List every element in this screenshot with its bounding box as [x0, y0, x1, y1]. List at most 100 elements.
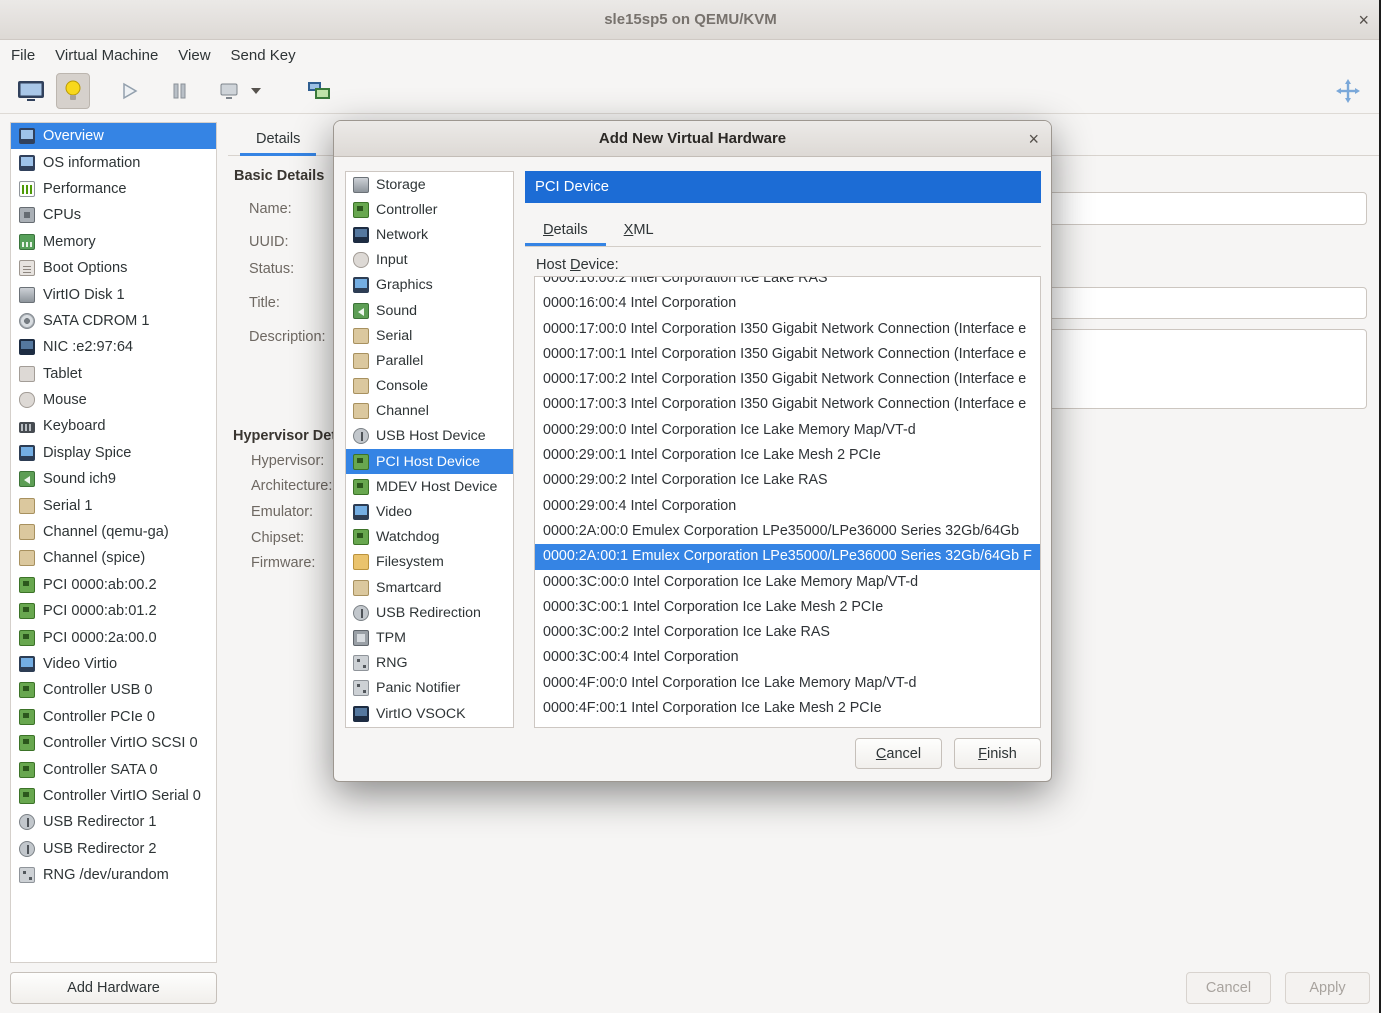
sidebar-item[interactable]: PCI 0000:ab:01.2: [11, 598, 216, 624]
menu-item[interactable]: Virtual Machine: [45, 41, 168, 69]
sidebar-item[interactable]: Serial 1: [11, 492, 216, 518]
sidebar-item[interactable]: OS information: [11, 149, 216, 175]
hardware-details-toggle-button[interactable]: [56, 73, 90, 109]
pause-button[interactable]: [162, 73, 196, 109]
sidebar-item[interactable]: VirtIO Disk 1: [11, 281, 216, 307]
add-hardware-label: Add Hardware: [67, 980, 160, 996]
host-device-item[interactable]: 0000:17:00:3 Intel Corporation I350 Giga…: [535, 392, 1040, 417]
hardware-type-item[interactable]: Filesystem: [346, 550, 513, 575]
host-device-item[interactable]: 0000:3C:00:4 Intel Corporation: [535, 645, 1040, 670]
sidebar-item[interactable]: Controller USB 0: [11, 677, 216, 703]
hardware-type-item[interactable]: Sound: [346, 298, 513, 323]
sidebar-item[interactable]: Video Virtio: [11, 651, 216, 677]
cancel-button[interactable]: Cancel: [1186, 972, 1271, 1004]
host-device-item[interactable]: 0000:2A:00:1 Emulex Corporation LPe35000…: [535, 544, 1040, 569]
host-device-item[interactable]: 0000:29:00:0 Intel Corporation Ice Lake …: [535, 418, 1040, 443]
sidebar-item[interactable]: PCI 0000:2a:00.0: [11, 624, 216, 650]
fullscreen-button[interactable]: [1331, 73, 1365, 109]
host-device-item[interactable]: 0000:3C:00:1 Intel Corporation Ice Lake …: [535, 595, 1040, 620]
tab-details[interactable]: Details: [240, 122, 316, 156]
sidebar-item[interactable]: USB Redirector 2: [11, 836, 216, 862]
hardware-type-item[interactable]: Network: [346, 222, 513, 247]
memory-icon: [19, 234, 35, 250]
hardware-type-item[interactable]: Controller: [346, 197, 513, 222]
sidebar-item[interactable]: Controller VirtIO Serial 0: [11, 783, 216, 809]
hardware-type-item[interactable]: Video: [346, 499, 513, 524]
hardware-type-item[interactable]: USB Redirection: [346, 600, 513, 625]
sidebar-item[interactable]: SATA CDROM 1: [11, 308, 216, 334]
host-device-item[interactable]: 0000:29:00:1 Intel Corporation Ice Lake …: [535, 443, 1040, 468]
sidebar-item[interactable]: Controller VirtIO SCSI 0: [11, 730, 216, 756]
host-device-item[interactable]: 0000:17:00:2 Intel Corporation I350 Giga…: [535, 367, 1040, 392]
dialog-finish-button[interactable]: Finish: [954, 738, 1041, 769]
hardware-type-item[interactable]: MDEV Host Device: [346, 474, 513, 499]
sidebar-item[interactable]: PCI 0000:ab:00.2: [11, 572, 216, 598]
sidebar-item[interactable]: Channel (spice): [11, 545, 216, 571]
sidebar-item[interactable]: Memory: [11, 229, 216, 255]
dialog-cancel-button[interactable]: Cancel: [855, 738, 942, 769]
sidebar-item[interactable]: Channel (qemu-ga): [11, 519, 216, 545]
sidebar-item[interactable]: USB Redirector 1: [11, 809, 216, 835]
host-device-list[interactable]: 0000:16:00:2 Intel Corporation Ice Lake …: [534, 276, 1041, 728]
sidebar-item[interactable]: Performance: [11, 176, 216, 202]
add-hardware-button[interactable]: Add Hardware: [10, 972, 217, 1004]
hardware-type-item[interactable]: PCI Host Device: [346, 449, 513, 474]
displays-button[interactable]: [302, 73, 336, 109]
sidebar-item[interactable]: Controller SATA 0: [11, 756, 216, 782]
hardware-type-item[interactable]: Console: [346, 374, 513, 399]
menu-item[interactable]: View: [168, 41, 220, 69]
host-device-item[interactable]: 0000:16:00:2 Intel Corporation Ice Lake …: [535, 276, 1040, 291]
hardware-type-item[interactable]: Graphics: [346, 273, 513, 298]
run-button[interactable]: [112, 73, 146, 109]
field-label: Architecture:: [251, 478, 332, 494]
hardware-type-item[interactable]: VirtIO VSOCK: [346, 701, 513, 726]
sidebar-item[interactable]: NIC :e2:97:64: [11, 334, 216, 360]
host-device-item[interactable]: 0000:29:00:2 Intel Corporation Ice Lake …: [535, 468, 1040, 493]
window-close-icon[interactable]: ×: [1358, 11, 1369, 29]
apply-label: Apply: [1309, 980, 1345, 996]
sidebar-item[interactable]: CPUs: [11, 202, 216, 228]
monitor-icon: [19, 128, 35, 144]
hardware-type-item[interactable]: Input: [346, 248, 513, 273]
sidebar-item[interactable]: RNG /dev/urandom: [11, 862, 216, 888]
host-device-item[interactable]: 0000:17:00:1 Intel Corporation I350 Giga…: [535, 342, 1040, 367]
hardware-type-item[interactable]: USB Host Device: [346, 424, 513, 449]
menu-item[interactable]: Send Key: [221, 41, 306, 69]
dialog-tab[interactable]: XML: [606, 213, 672, 246]
sidebar-item[interactable]: Controller PCIe 0: [11, 704, 216, 730]
field-label: UUID:: [249, 234, 288, 250]
host-device-item[interactable]: 0000:3C:00:2 Intel Corporation Ice Lake …: [535, 620, 1040, 645]
host-device-item[interactable]: 0000:16:00:4 Intel Corporation: [535, 291, 1040, 316]
dialog-tab[interactable]: Details: [525, 213, 606, 246]
host-device-item[interactable]: 0000:4F:00:0 Intel Corporation Ice Lake …: [535, 671, 1040, 696]
menu-item[interactable]: File: [1, 41, 45, 69]
hardware-type-item[interactable]: Parallel: [346, 348, 513, 373]
host-device-item[interactable]: 0000:4F:00:1 Intel Corporation Ice Lake …: [535, 696, 1040, 721]
dialog-close-icon[interactable]: ×: [1028, 130, 1039, 148]
hardware-type-item[interactable]: Channel: [346, 399, 513, 424]
sidebar-item[interactable]: Sound ich9: [11, 466, 216, 492]
hardware-type-item[interactable]: TPM: [346, 625, 513, 650]
hardware-type-item[interactable]: Watchdog: [346, 525, 513, 550]
host-device-item[interactable]: 0000:29:00:4 Intel Corporation: [535, 494, 1040, 519]
sidebar-item[interactable]: Boot Options: [11, 255, 216, 281]
apply-button[interactable]: Apply: [1285, 972, 1370, 1004]
sidebar-item-label: Boot Options: [43, 260, 127, 276]
hardware-type-item[interactable]: Storage: [346, 172, 513, 197]
hardware-type-item[interactable]: Serial: [346, 323, 513, 348]
hardware-type-item[interactable]: Smartcard: [346, 575, 513, 600]
sidebar-item[interactable]: Display Spice: [11, 440, 216, 466]
sidebar-item[interactable]: Tablet: [11, 361, 216, 387]
host-device-item[interactable]: 0000:2A:00:0 Emulex Corporation LPe35000…: [535, 519, 1040, 544]
hardware-type-item[interactable]: RNG: [346, 651, 513, 676]
shutdown-menu-button[interactable]: [246, 73, 266, 109]
shutdown-button[interactable]: [212, 73, 246, 109]
hardware-type-label: Filesystem: [376, 554, 444, 570]
host-device-item[interactable]: 0000:17:00:0 Intel Corporation I350 Giga…: [535, 317, 1040, 342]
sidebar-item[interactable]: Mouse: [11, 387, 216, 413]
hardware-type-item[interactable]: Panic Notifier: [346, 676, 513, 701]
sidebar-item[interactable]: Keyboard: [11, 413, 216, 439]
console-view-button[interactable]: [14, 73, 48, 109]
sidebar-item[interactable]: Overview: [11, 123, 216, 149]
host-device-item[interactable]: 0000:3C:00:0 Intel Corporation Ice Lake …: [535, 570, 1040, 595]
